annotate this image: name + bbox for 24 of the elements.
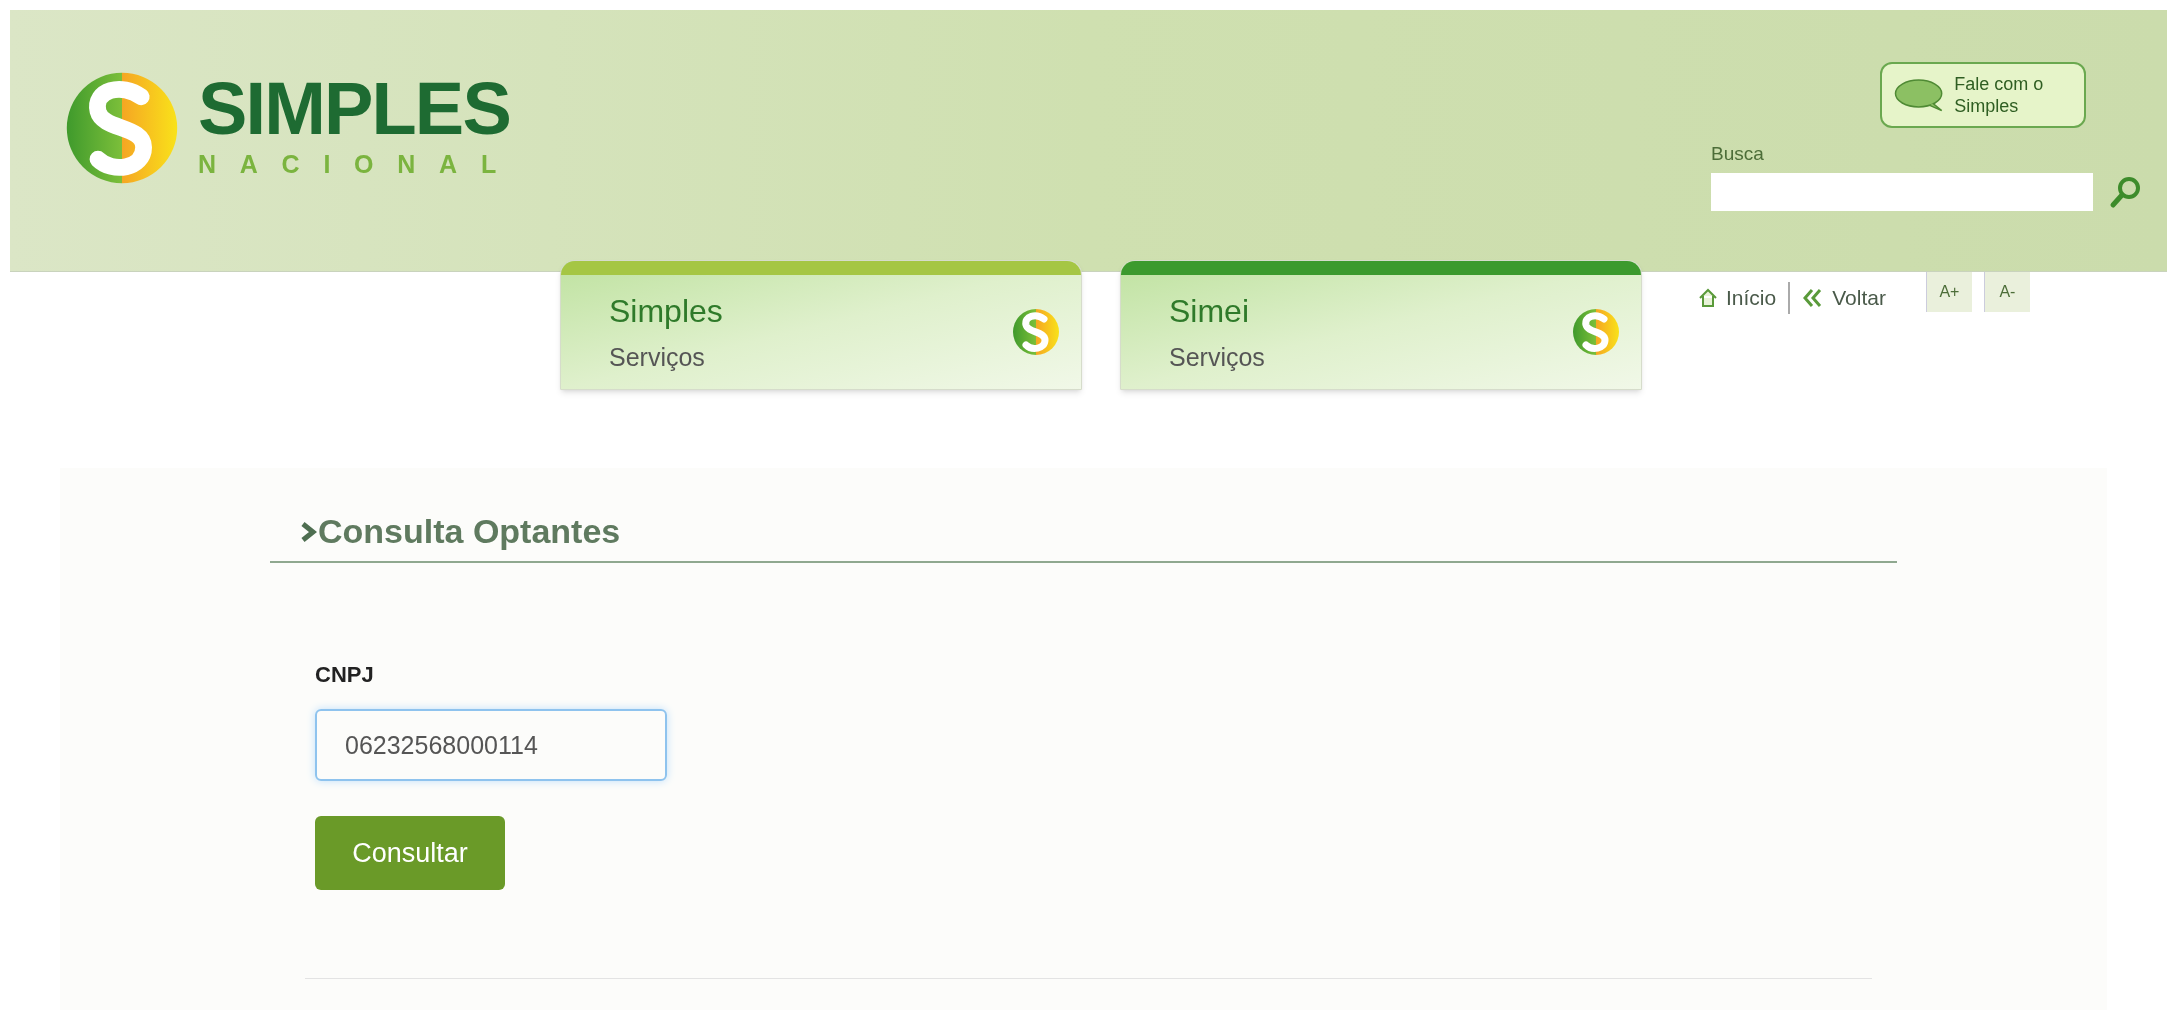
logo-subtitle: NACIONAL	[198, 149, 520, 181]
tab-title: Simei	[1169, 292, 1250, 332]
tab-subtitle: Serviços	[609, 342, 706, 374]
field-label: CNPJ	[315, 661, 374, 689]
section-heading: Consulta Optantes	[318, 511, 621, 552]
contact-button[interactable]: Fale com o Simples	[1880, 62, 2086, 128]
logo-title: SIMPLES	[198, 72, 511, 147]
font-size-button[interactable]: A+	[1925, 272, 1972, 312]
service-tab[interactable]: Simei Serviços	[1120, 260, 1642, 390]
logo-icon	[1011, 307, 1061, 357]
cnpj-field[interactable]: 06232568000114	[315, 709, 667, 781]
nav-link[interactable]: Voltar	[1802, 282, 1898, 314]
search-field[interactable]	[1711, 172, 2093, 211]
tab-title: Simples	[609, 292, 723, 332]
search-label: Busca	[1711, 142, 1765, 166]
home-icon	[1698, 287, 1718, 308]
logo-icon	[1571, 307, 1621, 357]
service-tab[interactable]: Simples Serviços	[560, 260, 1082, 390]
nav-link[interactable]: Início	[1698, 282, 1791, 314]
submit-button[interactable]: Consultar	[315, 816, 505, 890]
search-icon[interactable]	[2109, 174, 2143, 209]
font-size-button[interactable]: A-	[1983, 272, 2030, 312]
chevron-icon	[300, 519, 318, 544]
tab-subtitle: Serviços	[1169, 342, 1265, 374]
